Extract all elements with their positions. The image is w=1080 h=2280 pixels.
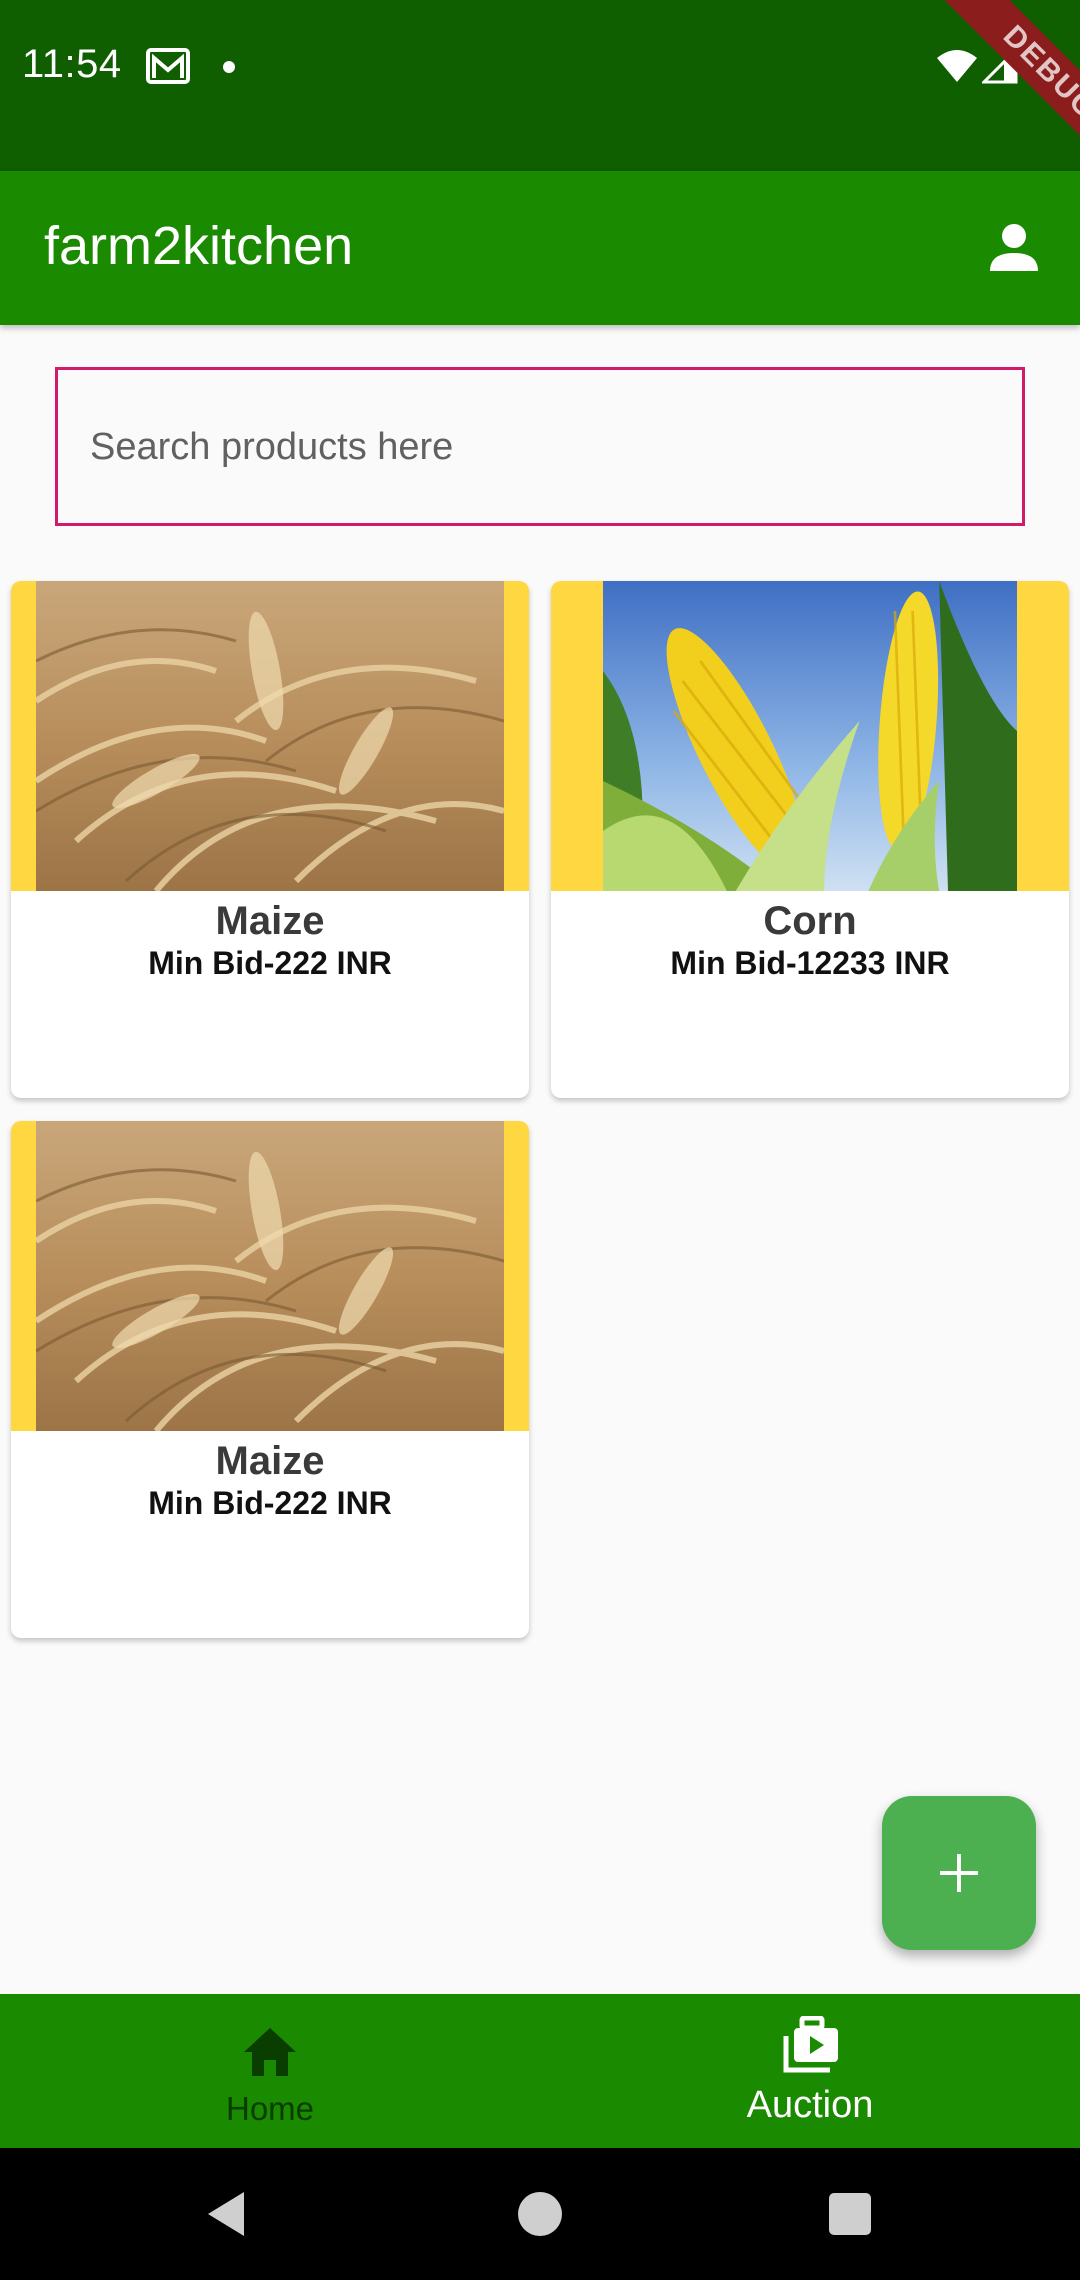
- product-name: Corn: [763, 899, 857, 943]
- status-bar: 11:54 DEBUG: [0, 0, 1080, 171]
- plus-icon: [940, 1854, 978, 1892]
- product-image-frame: [11, 1121, 529, 1431]
- home-circle-icon[interactable]: [518, 2192, 562, 2236]
- system-navigation-bar: [0, 2148, 1080, 2280]
- wheat-field-image: [36, 1121, 504, 1431]
- bottom-navigation: Home Auction: [0, 1994, 1080, 2148]
- status-time: 11:54: [22, 42, 122, 86]
- person-icon[interactable]: [988, 221, 1040, 273]
- recents-icon[interactable]: [829, 2193, 871, 2235]
- nav-item-home[interactable]: Home: [0, 1994, 540, 2148]
- product-name: Maize: [215, 1439, 325, 1483]
- nav-item-auction[interactable]: Auction: [540, 1994, 1080, 2148]
- gmail-icon: [146, 48, 190, 84]
- home-icon: [244, 2028, 296, 2076]
- auction-icon: [783, 2016, 838, 2073]
- product-card[interactable]: Corn Min Bid-12233 INR: [551, 581, 1069, 1098]
- wheat-field-image: [36, 581, 504, 891]
- corn-cob-image: [603, 581, 1017, 891]
- search-input[interactable]: Search products here: [55, 367, 1025, 526]
- product-name: Maize: [215, 899, 325, 943]
- product-image-frame: [551, 581, 1069, 891]
- notification-dot-icon: [223, 61, 235, 73]
- app-title: farm2kitchen: [44, 216, 354, 276]
- product-card[interactable]: Maize Min Bid-222 INR: [11, 1121, 529, 1638]
- nav-label-auction: Auction: [746, 2084, 874, 2126]
- add-product-button[interactable]: [882, 1796, 1036, 1950]
- product-image-frame: [11, 581, 529, 891]
- product-min-bid: Min Bid-222 INR: [148, 1485, 392, 1521]
- wifi-icon: [937, 50, 977, 82]
- debug-banner: DEBUG: [941, 0, 1080, 171]
- nav-label-home: Home: [225, 2090, 315, 2127]
- search-placeholder: Search products here: [90, 426, 454, 468]
- product-min-bid: Min Bid-12233 INR: [670, 945, 950, 981]
- app-bar: farm2kitchen: [0, 171, 1080, 325]
- product-card[interactable]: Maize Min Bid-222 INR: [11, 581, 529, 1098]
- back-icon[interactable]: [204, 2190, 248, 2238]
- product-min-bid: Min Bid-222 INR: [148, 945, 392, 981]
